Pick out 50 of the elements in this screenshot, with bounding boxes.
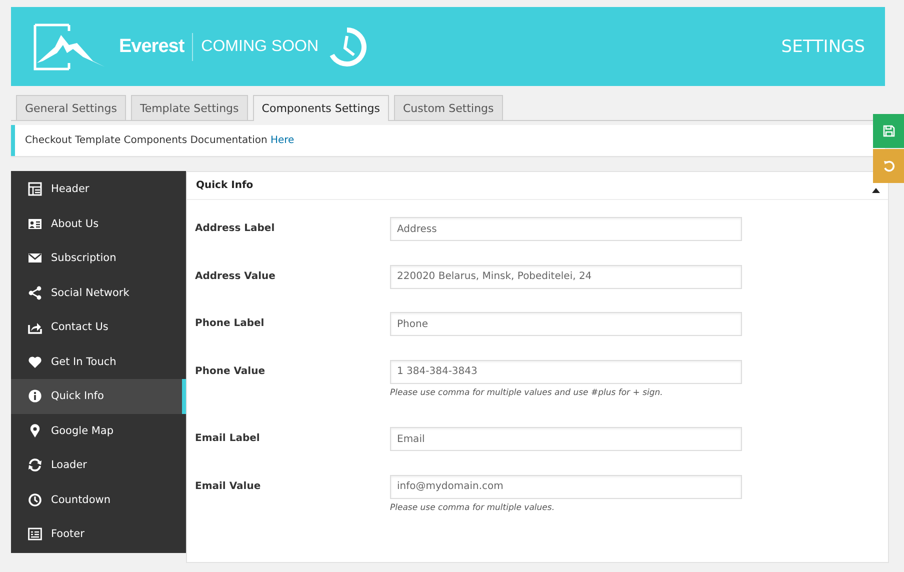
input-field[interactable]: Address bbox=[390, 217, 742, 241]
tab[interactable]: Custom Settings bbox=[394, 95, 503, 120]
envelope-icon bbox=[28, 251, 42, 266]
sidebar-item[interactable]: Countdown bbox=[11, 482, 186, 517]
share-box-icon bbox=[28, 320, 42, 334]
save-icon bbox=[882, 125, 894, 137]
sidebar-item[interactable]: Header bbox=[11, 172, 186, 206]
field-label: Email Label bbox=[195, 433, 261, 446]
notice-text: Checkout Template Components Documentation Here bbox=[25, 135, 294, 146]
page-title: SETTINGS bbox=[781, 36, 865, 56]
logo-name: Everest bbox=[119, 36, 184, 58]
field-label: Address Value bbox=[195, 270, 276, 284]
tab[interactable]: Components Settings bbox=[252, 95, 389, 121]
sidebar-item[interactable]: Get In Touch bbox=[11, 344, 186, 379]
layout-icon bbox=[28, 182, 42, 196]
panel-title: Quick Info bbox=[196, 180, 254, 191]
sidebar-item[interactable]: Loader bbox=[11, 448, 186, 482]
field-hint: Please use comma for multiple values and use #plus for + sign. bbox=[390, 388, 664, 398]
sidebar-item[interactable]: Google Map bbox=[11, 414, 186, 448]
contact-card-icon bbox=[28, 216, 42, 231]
input-field[interactable]: info@mydomain.com bbox=[390, 474, 742, 498]
sidebar-item[interactable]: Quick Info bbox=[11, 379, 186, 414]
card-list-icon bbox=[28, 527, 42, 542]
field-label: Phone Value bbox=[195, 366, 266, 378]
sidebar-item[interactable]: About Us bbox=[11, 206, 186, 241]
refresh-icon bbox=[28, 458, 42, 472]
clock-icon bbox=[28, 492, 42, 507]
reset-button[interactable] bbox=[873, 149, 904, 183]
logo-tagline: COMING SOON bbox=[201, 38, 319, 56]
sidebar-item[interactable]: Contact Us bbox=[11, 310, 186, 344]
input-field[interactable]: Email bbox=[390, 427, 742, 451]
documentation-link[interactable]: Here bbox=[270, 135, 294, 146]
info-icon bbox=[28, 389, 42, 404]
heart-icon bbox=[28, 354, 42, 369]
field-label: Phone Label bbox=[195, 318, 266, 331]
input-field[interactable]: 1 384-384-3843 bbox=[390, 360, 742, 384]
share-icon bbox=[28, 286, 42, 300]
undo-icon bbox=[882, 160, 894, 172]
tab[interactable]: General Settings bbox=[16, 95, 126, 120]
field-label: Email Value bbox=[195, 480, 262, 494]
input-field[interactable]: Phone bbox=[390, 312, 742, 336]
input-field[interactable]: 220020 Belarus, Minsk, Pobeditelei, 24 bbox=[390, 264, 742, 288]
field-hint: Please use comma for multiple values. bbox=[390, 502, 556, 512]
sidebar-item[interactable]: Footer bbox=[11, 517, 186, 552]
sidebar-item[interactable]: Social Network bbox=[11, 276, 186, 310]
map-pin-icon bbox=[28, 424, 42, 438]
tab[interactable]: Template Settings bbox=[130, 95, 248, 120]
field-label: Address Label bbox=[195, 223, 276, 236]
sidebar-item[interactable]: Subscription bbox=[11, 241, 186, 276]
save-button[interactable] bbox=[873, 114, 904, 148]
